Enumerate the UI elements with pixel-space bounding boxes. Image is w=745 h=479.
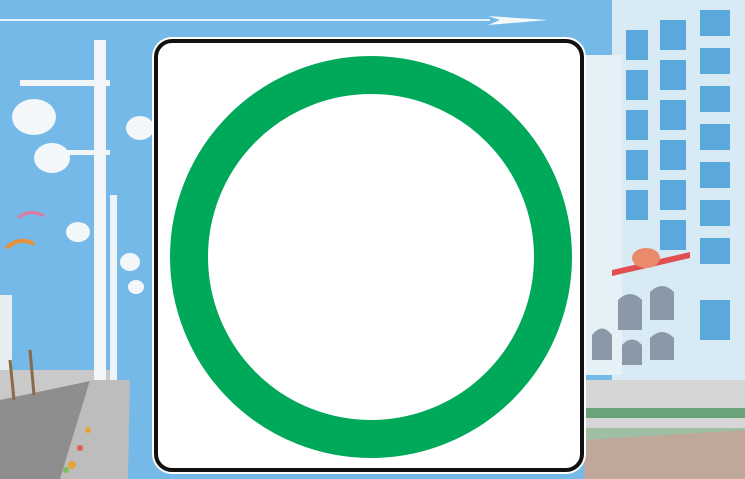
planter bbox=[586, 408, 745, 418]
flower-4 bbox=[63, 467, 69, 473]
umbrella bbox=[632, 248, 660, 268]
flower bbox=[68, 461, 76, 469]
green-circle-ring bbox=[170, 56, 572, 458]
lamp-globe-3 bbox=[66, 222, 90, 242]
right-tower-side bbox=[582, 55, 622, 375]
lamp-globe-2 bbox=[34, 143, 70, 173]
lamp-globe bbox=[12, 99, 56, 135]
lamp-globe-5 bbox=[120, 253, 140, 271]
lamp-globe-6 bbox=[128, 280, 144, 294]
flower-3 bbox=[85, 427, 91, 433]
lamp-arm bbox=[20, 80, 110, 86]
lamp-globe-4 bbox=[126, 116, 154, 140]
flower-2 bbox=[77, 445, 83, 451]
